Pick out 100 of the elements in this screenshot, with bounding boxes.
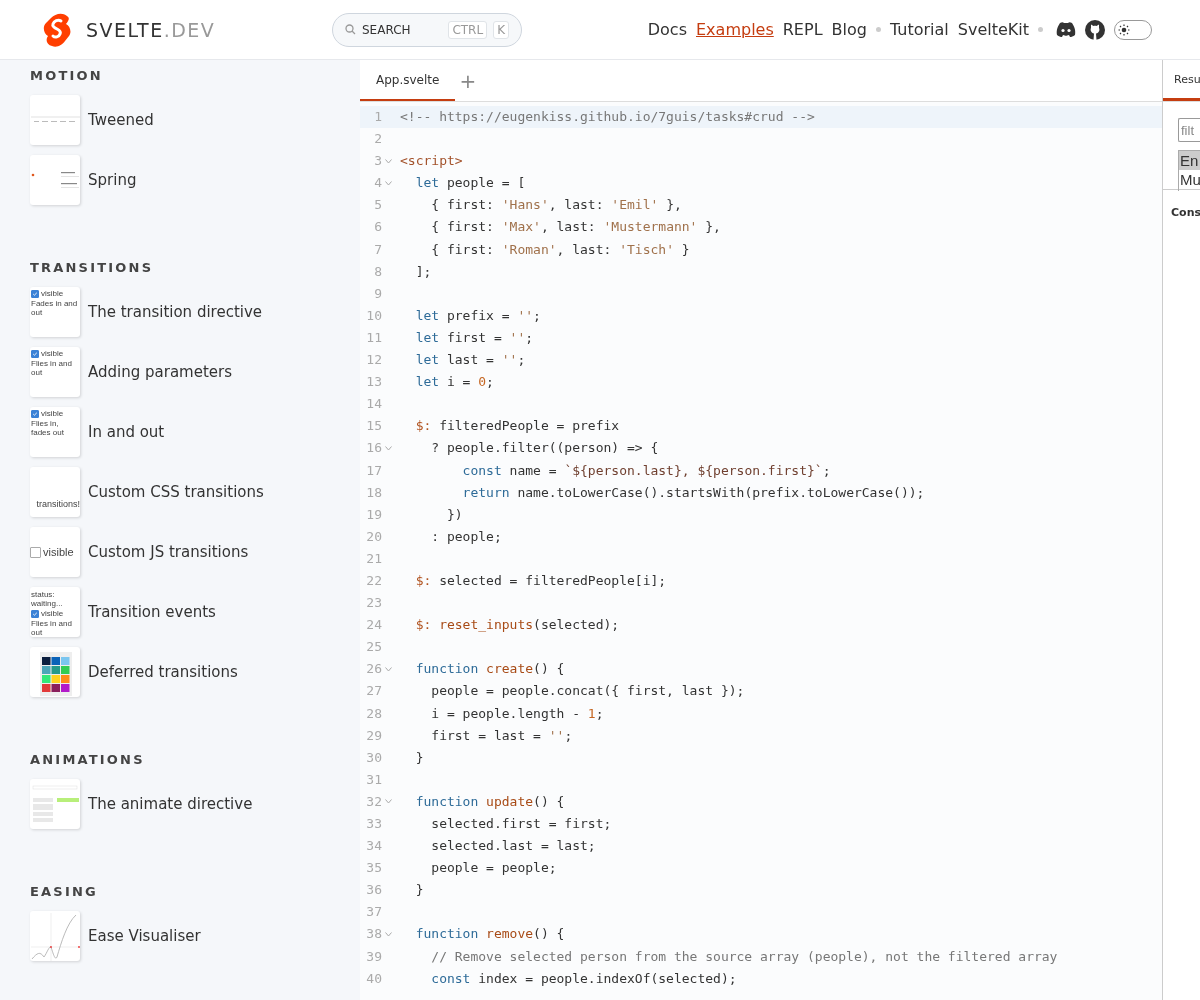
- example-link[interactable]: Spring: [30, 150, 360, 210]
- filter-field[interactable]: filt: [1178, 118, 1200, 142]
- add-tab-button[interactable]: +: [455, 60, 481, 101]
- nav-link[interactable]: SvelteKit: [957, 20, 1029, 39]
- logo-icon[interactable]: [42, 12, 72, 47]
- github-icon[interactable]: [1085, 19, 1105, 40]
- code-line: selected.last = last;: [430, 837, 596, 856]
- search-icon: [345, 24, 356, 35]
- discord-icon[interactable]: [1056, 22, 1076, 37]
- code-line: $: reset_inputs(selected);: [414, 616, 620, 635]
- keyboard-key: CTRL: [448, 20, 488, 39]
- fold-caret-icon[interactable]: [385, 932, 392, 937]
- line-number: 33: [365, 815, 382, 833]
- code-line: $: filteredPeople = prefix: [414, 417, 620, 436]
- fold-caret-icon[interactable]: [385, 158, 392, 164]
- line-number: 9: [373, 284, 382, 303]
- code-line: { first: 'Roman', last: 'Tisch' }: [430, 240, 690, 259]
- line-number: 5: [373, 196, 382, 215]
- line-number: 6: [373, 218, 382, 237]
- code-line: : people;: [430, 527, 502, 546]
- sun-icon: [1118, 23, 1130, 36]
- code-line: function remove() {: [414, 925, 565, 944]
- section-heading: ANIMATIONS: [30, 752, 146, 768]
- example-link[interactable]: status: waiting... visible Flies in and out Transition events: [30, 582, 360, 642]
- thumbnail-drawing: [30, 155, 80, 205]
- line-number: 35: [365, 859, 382, 878]
- code-line: <script>: [400, 152, 463, 171]
- fold-caret-icon[interactable]: [385, 180, 392, 186]
- line-number: 40: [365, 969, 382, 988]
- list-option[interactable]: En: [1179, 151, 1200, 170]
- line-number: 18: [365, 483, 382, 502]
- nav-link[interactable]: Docs: [647, 20, 687, 39]
- line-number: 8: [373, 262, 382, 281]
- checkbox-label: visible: [41, 609, 64, 618]
- line-number: 14: [365, 395, 382, 414]
- example-link[interactable]: Ease Visualiser: [30, 906, 360, 966]
- line-number: 39: [365, 947, 382, 966]
- line-number: 37: [365, 903, 382, 922]
- line-number: 38: [365, 925, 382, 944]
- code-line: const index = people.indexOf(selected);: [430, 969, 737, 988]
- section-heading: TRANSITIONS: [30, 260, 155, 276]
- caption-text: transitions!: [36, 500, 80, 509]
- line-number: 23: [365, 594, 382, 613]
- example-link[interactable]: visible Flies in and out Adding parameters: [30, 342, 360, 402]
- example-link[interactable]: visible Fades in and out The transition directive: [30, 282, 360, 342]
- line-number: 7: [373, 240, 382, 259]
- line-number: 2: [373, 130, 382, 149]
- fold-caret-icon[interactable]: [385, 445, 392, 451]
- example-link[interactable]: visible Custom JS transitions: [30, 522, 360, 582]
- section-heading: MOTION: [30, 68, 104, 84]
- line-number: 28: [365, 704, 382, 723]
- line-number: 21: [365, 549, 382, 568]
- line-number: 34: [365, 837, 382, 856]
- code-line: let last = '';: [414, 351, 526, 370]
- caption-text: Flies in and out: [31, 359, 73, 377]
- line-number: 32: [365, 792, 382, 811]
- line-number: 13: [365, 373, 382, 392]
- example-link[interactable]: The animate directive: [30, 774, 360, 834]
- fold-caret-icon[interactable]: [385, 799, 392, 805]
- line-number: 3: [373, 152, 382, 171]
- nav-link[interactable]: Tutorial: [889, 20, 949, 39]
- fold-caret-icon[interactable]: [385, 666, 392, 672]
- name-listbox[interactable]: En Mu: [1178, 150, 1200, 191]
- code-line: function create() {: [414, 660, 565, 679]
- line-number: 36: [365, 881, 382, 900]
- code-line: let first = '';: [414, 328, 534, 347]
- example-link[interactable]: Tweened: [30, 90, 360, 150]
- search-button[interactable]: SEARCH CTRL K: [332, 12, 522, 47]
- example-link[interactable]: visible Flies in, fades out In and out: [30, 402, 360, 462]
- line-number: 12: [365, 351, 382, 370]
- status-text: status: waiting...: [31, 590, 64, 608]
- code-line: $: selected = filteredPeople[i];: [414, 571, 667, 590]
- thumbnail-drawing: [30, 779, 80, 829]
- result-tab[interactable]: Resu: [1163, 60, 1200, 101]
- nav-link[interactable]: Examples: [696, 20, 774, 39]
- example-link[interactable]: transitions! Custom CSS transitions: [30, 462, 360, 522]
- line-number: 4: [373, 174, 382, 193]
- code-line: return name.toLowerCase().startsWith(prefix.toLowerCase());: [461, 483, 925, 502]
- keyboard-key: K: [493, 20, 509, 39]
- site-name[interactable]: SVELTE.DEV: [86, 18, 216, 41]
- checkbox-label: visible: [41, 409, 64, 418]
- code-line: ? people.filter((person) => {: [430, 439, 659, 458]
- caption-text: Flies in and out: [31, 619, 73, 637]
- line-number: 22: [365, 571, 382, 590]
- example-link[interactable]: Deferred transitions: [30, 642, 360, 702]
- line-number: 11: [365, 328, 382, 347]
- line-number: 30: [365, 748, 382, 767]
- nav-link[interactable]: Blog: [831, 20, 867, 39]
- code-line: { first: 'Hans', last: 'Emil' },: [430, 196, 682, 215]
- nav-link[interactable]: REPL: [782, 20, 823, 39]
- line-number: 29: [365, 726, 382, 745]
- caption-text: Flies in, fades out: [31, 419, 65, 437]
- code-line: ];: [414, 262, 432, 281]
- line-number: 26: [365, 660, 382, 679]
- line-number: 15: [365, 417, 382, 436]
- line-number: 16: [365, 439, 382, 458]
- line-number: 10: [365, 306, 382, 325]
- code-line: let people = [: [414, 174, 526, 193]
- list-option[interactable]: Mu: [1179, 170, 1200, 189]
- thumbnail-drawing: [30, 95, 80, 145]
